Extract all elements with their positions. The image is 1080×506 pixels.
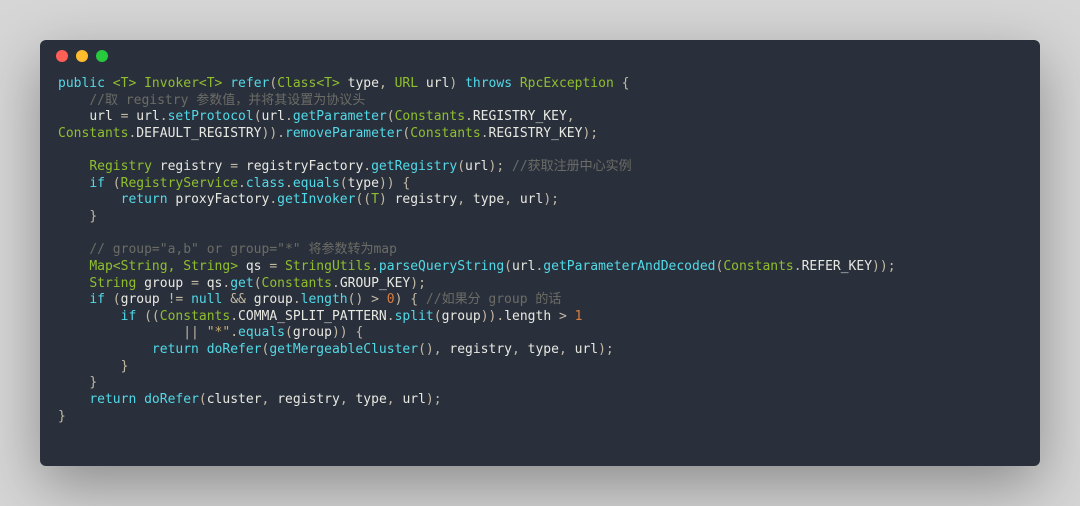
code-line: } <box>89 375 97 390</box>
code-line: } <box>121 359 129 374</box>
zoom-icon[interactable] <box>96 50 108 62</box>
code-line: || "*".equals(group)) { <box>183 325 363 340</box>
code-line: Map<String, String> qs = StringUtils.par… <box>89 259 895 274</box>
code-line: if (group != null && group.length() > 0)… <box>89 292 561 307</box>
code-line: return proxyFactory.getInvoker((T) regis… <box>121 192 559 207</box>
code-line: return doRefer(getMergeableCluster(), re… <box>152 342 614 357</box>
code-window: public <T> Invoker<T> refer(Class<T> typ… <box>40 40 1040 466</box>
code-block: public <T> Invoker<T> refer(Class<T> typ… <box>40 72 1040 466</box>
code-comment: //取 registry 参数值，并将其设置为协议头 <box>89 93 365 108</box>
code-line: if ((Constants.COMMA_SPLIT_PATTERN.split… <box>121 309 583 324</box>
minimize-icon[interactable] <box>76 50 88 62</box>
code-line: return doRefer(cluster, registry, type, … <box>89 392 441 407</box>
code-comment: // group="a,b" or group="*" 将参数转为map <box>89 242 397 257</box>
code-line: } <box>58 409 66 424</box>
code-line: Registry registry = registryFactory.getR… <box>89 159 631 174</box>
code-line: public <T> Invoker<T> refer(Class<T> typ… <box>58 76 629 91</box>
code-line: url = url.setProtocol(url.getParameter(C… <box>89 109 574 124</box>
code-line: Constants.DEFAULT_REGISTRY)).removeParam… <box>58 126 598 141</box>
titlebar <box>40 40 1040 72</box>
code-line: if (RegistryService.class.equals(type)) … <box>89 176 410 191</box>
code-line: String group = qs.get(Constants.GROUP_KE… <box>89 276 426 291</box>
code-line: } <box>89 209 97 224</box>
close-icon[interactable] <box>56 50 68 62</box>
